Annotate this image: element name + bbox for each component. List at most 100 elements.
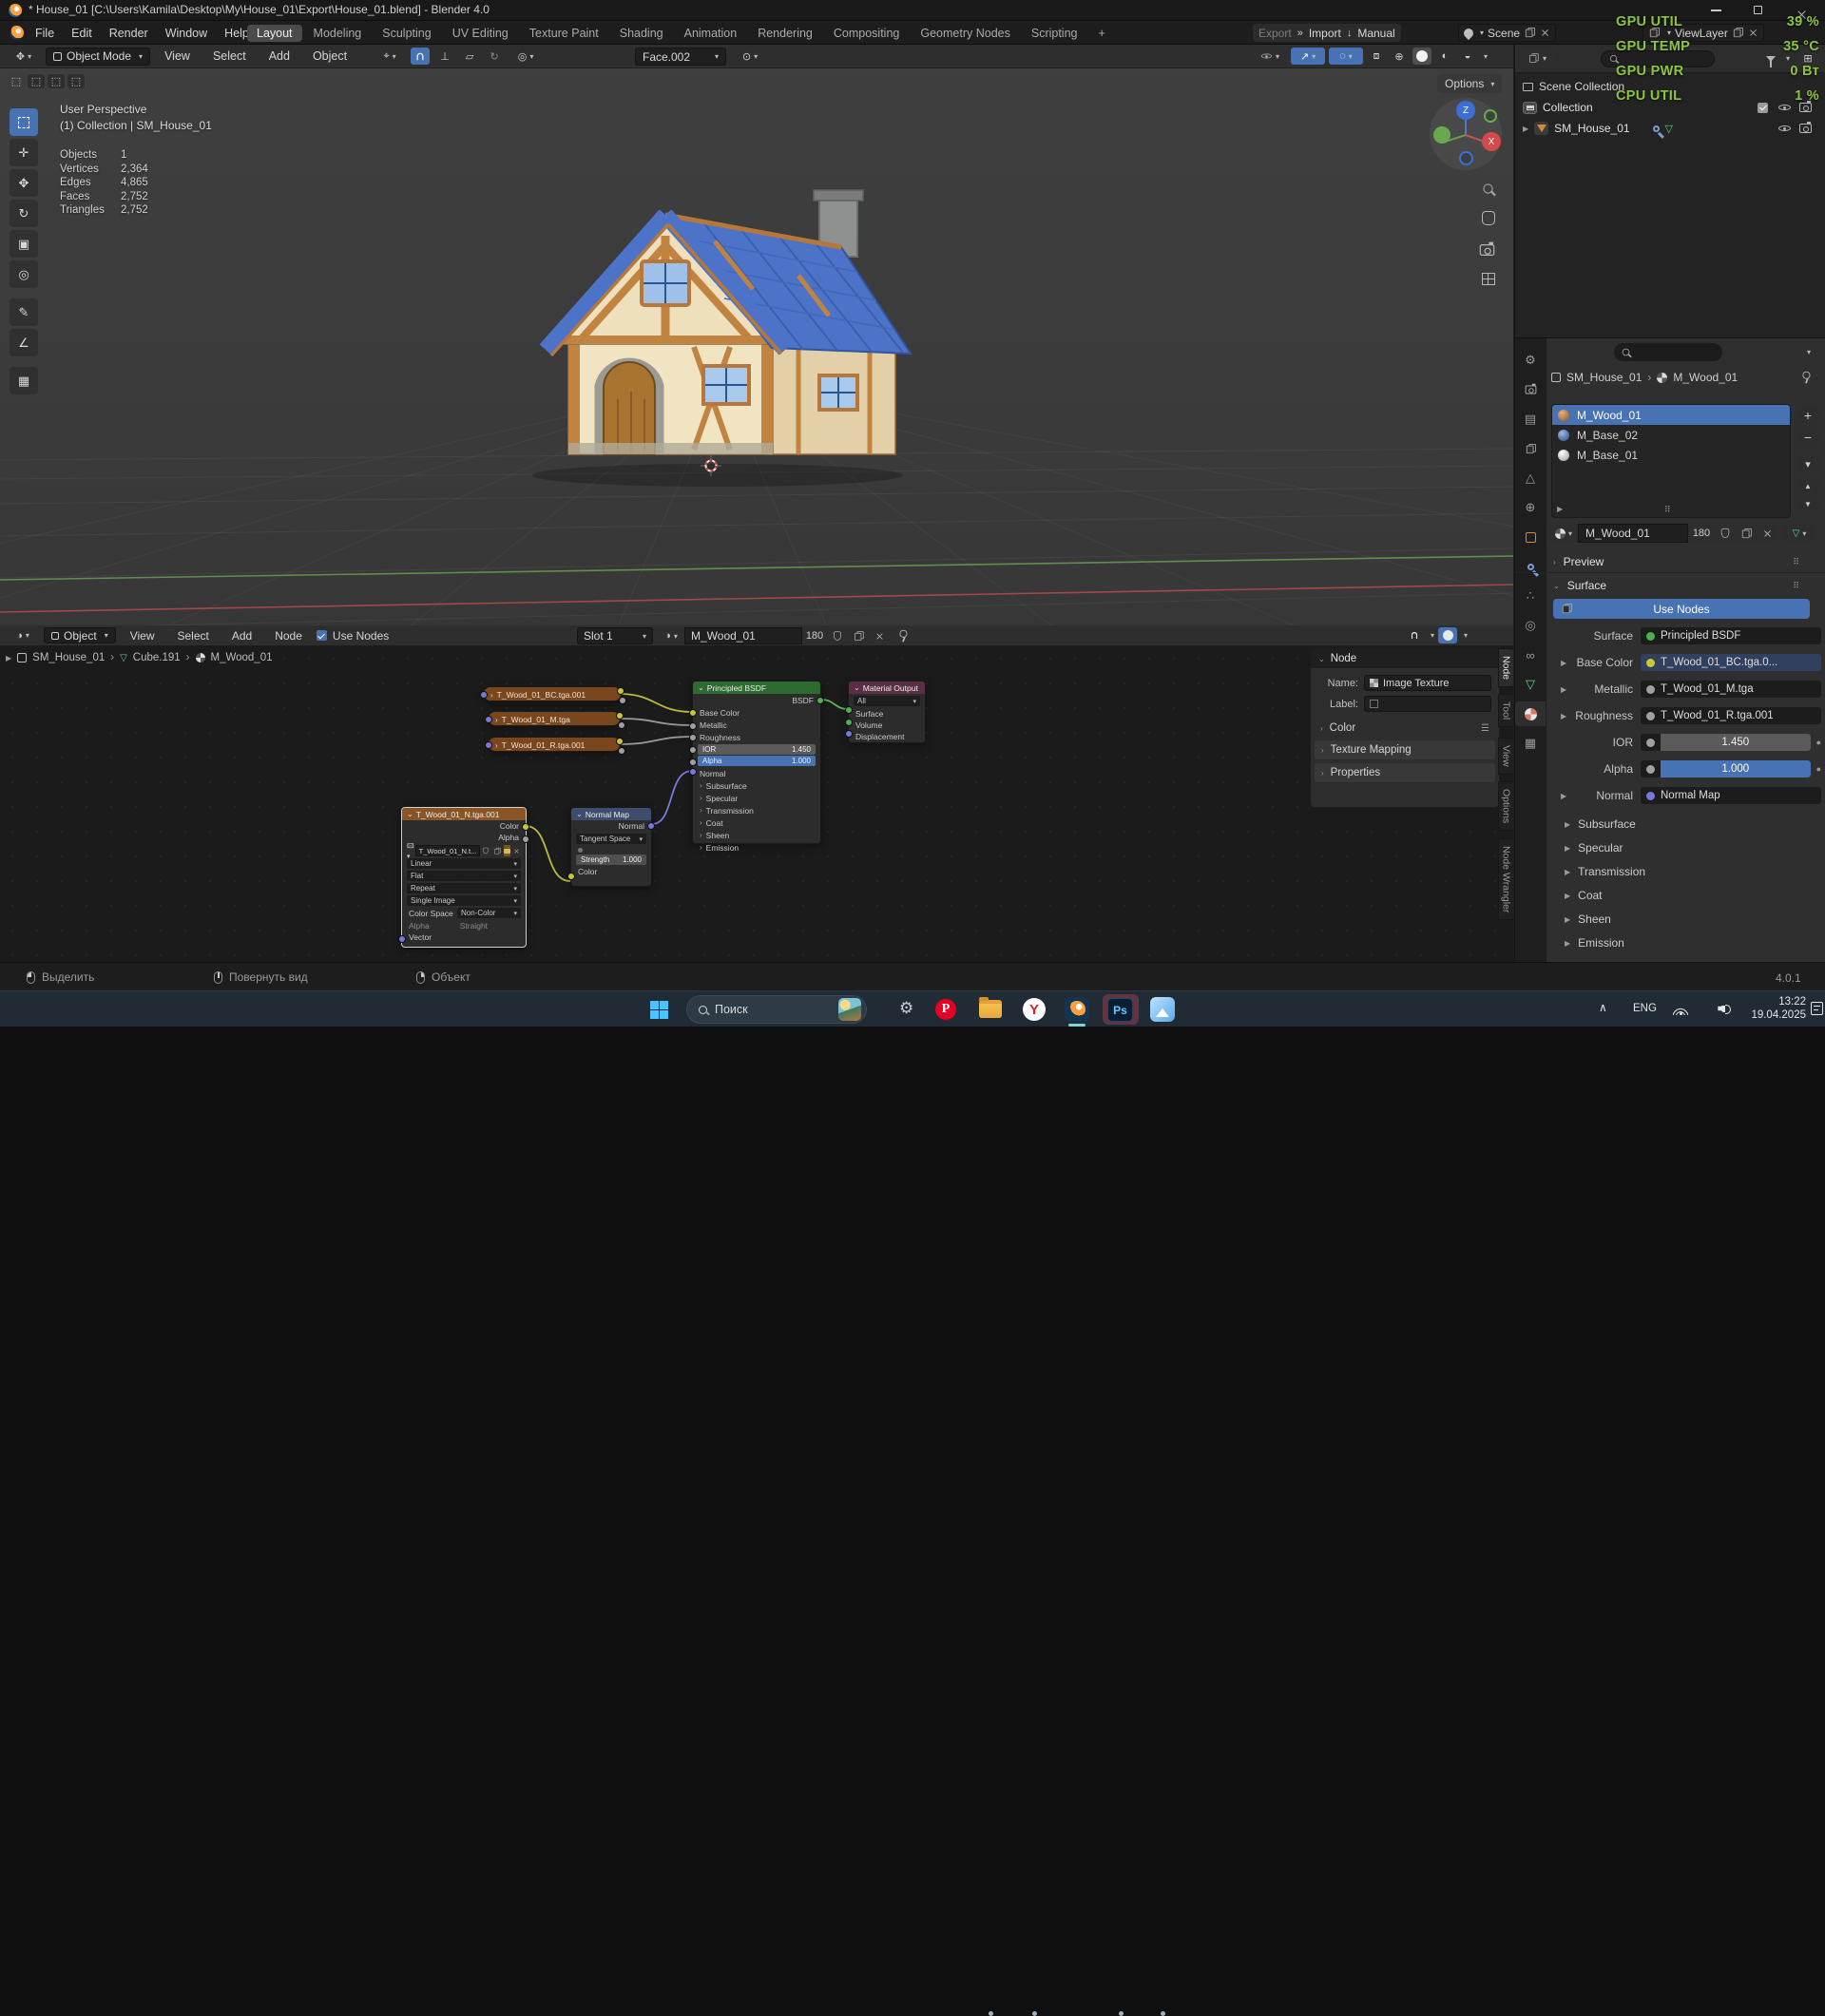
- tool-rotate[interactable]: ↻: [10, 200, 38, 227]
- outliner-row-scene-collection[interactable]: Scene Collection: [1523, 77, 1817, 96]
- use-nodes-checkbox[interactable]: [316, 630, 327, 641]
- close-icon[interactable]: [1749, 29, 1758, 37]
- sheen-section[interactable]: ▶ Sheen: [1565, 911, 1821, 928]
- gizmo-y-axis[interactable]: [1433, 126, 1450, 144]
- space-dropdown[interactable]: Tangent Space ▾: [576, 834, 646, 844]
- normal-output-socket[interactable]: [647, 822, 655, 830]
- tab-object[interactable]: [1515, 525, 1546, 549]
- editor-type-button[interactable]: ✥ ▾: [8, 48, 40, 65]
- workspace-tab-shading[interactable]: Shading: [610, 25, 673, 42]
- select-subtract-button[interactable]: ⬚: [48, 74, 65, 88]
- node-texture-basecolor[interactable]: › T_Wood_01_BC.tga.001: [480, 686, 626, 704]
- modifier-icon[interactable]: [1652, 125, 1660, 132]
- pinterest-icon[interactable]: P: [935, 999, 956, 1020]
- color-output-socket[interactable]: [616, 712, 624, 720]
- mode-dropdown[interactable]: Object Mode ▾: [46, 47, 151, 66]
- specular-section[interactable]: ▶ Specular: [1565, 839, 1821, 856]
- viewport-perspective-button[interactable]: [1482, 273, 1495, 285]
- outliner-row-collection[interactable]: Collection: [1523, 98, 1817, 117]
- open-image-button[interactable]: [504, 845, 511, 856]
- viewport-menu-select[interactable]: Select: [204, 45, 255, 67]
- color-section-header[interactable]: › Color ☰: [1311, 719, 1499, 738]
- shader-menu-node[interactable]: Node: [266, 625, 311, 645]
- add-slot-button[interactable]: +: [1796, 406, 1819, 425]
- tab-view-layer[interactable]: [1515, 436, 1546, 461]
- alpha-output-socket[interactable]: [618, 747, 625, 755]
- coat-section[interactable]: ▶ Coat: [1565, 887, 1821, 904]
- node-label-field[interactable]: [1364, 696, 1491, 712]
- pivot-point-button[interactable]: ⊙ ▾: [734, 48, 766, 65]
- node-texture-roughness[interactable]: › T_Wood_01_R.tga.001: [485, 737, 625, 755]
- metallic-field[interactable]: T_Wood_01_M.tga: [1641, 681, 1821, 698]
- unlink-material-button[interactable]: [869, 627, 890, 644]
- node-material-output[interactable]: ⌄ Material Output All ▾ Surface Volume Dis…: [845, 681, 926, 743]
- hide-viewport-icon[interactable]: [1778, 102, 1791, 113]
- disable-render-icon[interactable]: [1799, 122, 1812, 133]
- snap-rotate-button[interactable]: ↻: [485, 48, 505, 65]
- color-output-socket[interactable]: [617, 687, 624, 695]
- tool-scale[interactable]: ▣: [10, 230, 38, 258]
- source-dropdown[interactable]: Single Image ▾: [407, 895, 521, 906]
- breadcrumb-object[interactable]: SM_House_01: [1566, 371, 1642, 384]
- show-gizmo-toggle[interactable]: ↗ ▾: [1291, 48, 1325, 65]
- expand-icon[interactable]: ▶: [1523, 125, 1528, 133]
- viewport-3d[interactable]: ✥ ▾ Object Mode ▾ View Select Add Object ⌖…: [0, 45, 1513, 625]
- collection-checkbox[interactable]: [1758, 102, 1768, 113]
- workspace-tab-rendering[interactable]: Rendering: [748, 25, 822, 42]
- tab-modifiers[interactable]: [1515, 554, 1546, 579]
- shader-editor[interactable]: ◑ ▾ Object ▾ View Select Add Node Use Node…: [0, 625, 1513, 962]
- editor-type-button[interactable]: ◑ ▾: [8, 627, 38, 643]
- emission-section[interactable]: ▶ Emission: [1565, 934, 1821, 951]
- normal-field[interactable]: Normal Map: [1641, 787, 1821, 804]
- input-socket[interactable]: [485, 716, 492, 723]
- gizmo-neg-z-axis[interactable]: [1459, 151, 1473, 165]
- snap-options-button[interactable]: ▱: [460, 48, 480, 65]
- ior-slider[interactable]: 1.450: [1641, 734, 1811, 751]
- manual-button[interactable]: Manual: [1357, 27, 1394, 40]
- basecolor-input-socket[interactable]: [689, 709, 697, 717]
- sidetab-tool[interactable]: Tool: [1498, 694, 1513, 728]
- texture-mapping-header[interactable]: › Texture Mapping: [1315, 740, 1495, 759]
- tool-move[interactable]: ✥: [10, 169, 38, 197]
- menu-icon[interactable]: ☰: [1481, 723, 1489, 734]
- viewport-zoom-button[interactable]: [1483, 182, 1493, 196]
- notifications-icon[interactable]: [1811, 1002, 1823, 1015]
- color-input-socket[interactable]: [567, 873, 575, 880]
- tab-world[interactable]: ⊕: [1515, 495, 1546, 520]
- preview-section-header[interactable]: › Preview ⠿: [1553, 553, 1810, 570]
- scene-selector[interactable]: ▾ Scene: [1458, 24, 1557, 42]
- alpha-output-socket[interactable]: [522, 835, 529, 843]
- shading-material-button[interactable]: ◐: [1435, 48, 1454, 65]
- material-users-button[interactable]: 180: [802, 627, 827, 644]
- node-panel-header[interactable]: ⌄ Node: [1311, 649, 1499, 668]
- workspace-tab-animation[interactable]: Animation: [675, 25, 747, 42]
- show-overlays-toggle[interactable]: ◌ ▾: [1329, 48, 1363, 65]
- output-target-dropdown[interactable]: All ▾: [854, 696, 920, 706]
- alpha-output-socket[interactable]: [619, 697, 626, 704]
- tool-cursor[interactable]: ✛: [10, 139, 38, 166]
- select-extend-button[interactable]: ⬚: [28, 74, 45, 88]
- tool-select-box[interactable]: [10, 108, 38, 136]
- blender-app-icon[interactable]: [1065, 997, 1089, 1022]
- volume-input-socket[interactable]: [845, 719, 853, 726]
- breadcrumb-material[interactable]: M_Wood_01: [1673, 371, 1738, 384]
- slot-row[interactable]: M_Base_02: [1552, 425, 1790, 445]
- ior-input-socket[interactable]: [689, 746, 697, 754]
- viewport-menu-add[interactable]: Add: [260, 45, 298, 67]
- shader-menu-select[interactable]: Select: [169, 625, 218, 645]
- surface-input-socket[interactable]: [845, 706, 853, 714]
- subsurface-section[interactable]: ▶ Subsurface: [1565, 816, 1821, 833]
- colorspace-dropdown[interactable]: Non-Color ▾: [457, 908, 521, 918]
- expand-icon[interactable]: ▶: [1557, 505, 1563, 513]
- gizmo-z-axis[interactable]: Z: [1456, 101, 1475, 120]
- nodetree-toggle-button[interactable]: ▽ ▾: [1783, 524, 1815, 543]
- input-socket[interactable]: [480, 691, 488, 699]
- outliner-display-mode[interactable]: ▾: [1521, 49, 1553, 67]
- snap-move-toggle[interactable]: [411, 48, 431, 65]
- copy-icon[interactable]: [1525, 27, 1536, 38]
- fake-user-button[interactable]: [1715, 524, 1736, 543]
- add-workspace-button[interactable]: +: [1089, 25, 1115, 42]
- tab-scene[interactable]: △: [1515, 466, 1546, 490]
- slot-row-selected[interactable]: M_Wood_01: [1552, 405, 1790, 425]
- menu-window[interactable]: Window: [157, 21, 216, 45]
